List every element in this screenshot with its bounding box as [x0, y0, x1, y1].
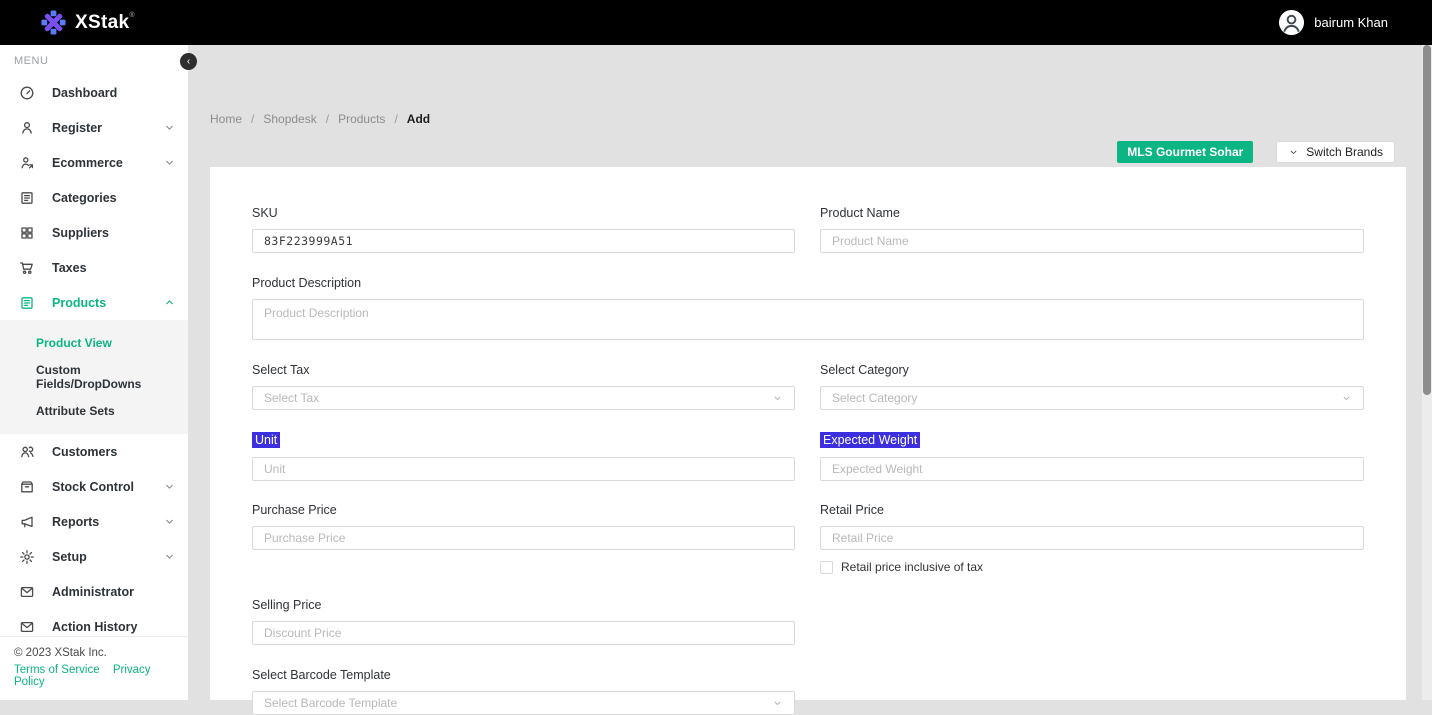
chevron-down-icon [163, 156, 176, 169]
brand-name: XStak [75, 12, 129, 33]
grid-icon [19, 225, 35, 241]
sidebar-item-setup[interactable]: Setup [0, 539, 188, 574]
select-tax-dropdown[interactable]: Select Tax [252, 386, 795, 410]
submenu-item-attribute-sets[interactable]: Attribute Sets [0, 394, 188, 428]
chevron-down-icon [163, 515, 176, 528]
submenu-item-custom-fields[interactable]: Custom Fields/DropDowns [0, 360, 188, 394]
retail-price-label: Retail Price [820, 503, 884, 517]
chevron-down-icon [163, 480, 176, 493]
select-category-label: Select Category [820, 363, 909, 377]
user-menu[interactable]: bairum Khan [1278, 9, 1408, 36]
chevron-down-icon [772, 698, 783, 709]
select-tax-label: Select Tax [252, 363, 309, 377]
sidebar-item-products[interactable]: Products [0, 285, 188, 320]
sidebar-item-suppliers[interactable]: Suppliers [0, 215, 188, 250]
customers-icon [19, 444, 35, 460]
dashboard-icon [19, 85, 35, 101]
products-submenu: Product View Custom Fields/DropDowns Att… [0, 320, 188, 434]
sidebar-footer: © 2023 XStak Inc. Terms of Service Priva… [0, 636, 188, 700]
scrollbar-thumb[interactable] [1423, 45, 1431, 395]
sidebar-item-ecommerce[interactable]: Ecommerce [0, 145, 188, 180]
sidebar-collapse-button[interactable]: ‹ [180, 53, 197, 70]
unit-input[interactable] [252, 457, 795, 481]
selling-price-label: Selling Price [252, 598, 321, 612]
sidebar-item-reports[interactable]: Reports [0, 504, 188, 539]
retail-tax-checkbox[interactable] [820, 561, 833, 574]
switch-brands-button[interactable]: Switch Brands [1276, 141, 1395, 163]
brand-logo: XStak® [40, 9, 134, 36]
product-name-label: Product Name [820, 206, 900, 220]
chevron-up-icon [163, 296, 176, 309]
breadcrumb-home[interactable]: Home [210, 112, 242, 126]
sidebar-item-taxes[interactable]: Taxes [0, 250, 188, 285]
sidebar-item-administrator[interactable]: Administrator [0, 574, 188, 609]
box-icon [19, 479, 35, 495]
chevron-down-icon [1397, 17, 1408, 28]
menu-label: MENU [0, 45, 188, 67]
submenu-item-product-view[interactable]: Product View [0, 326, 188, 360]
breadcrumb-shopdesk[interactable]: Shopdesk [263, 112, 316, 126]
breadcrumb: Home/ Shopdesk/ Products/ Add [210, 112, 430, 126]
xstak-logo-icon [40, 9, 67, 36]
retail-tax-checkbox-row[interactable]: Retail price inclusive of tax [820, 560, 983, 574]
chevron-down-icon [772, 393, 783, 404]
products-icon [19, 295, 35, 311]
product-name-input[interactable] [820, 229, 1364, 253]
user-name: bairum Khan [1314, 15, 1388, 30]
breadcrumb-products[interactable]: Products [338, 112, 385, 126]
envelope-icon [19, 619, 35, 635]
envelope-icon [19, 584, 35, 600]
select-category-dropdown[interactable]: Select Category [820, 386, 1364, 410]
topbar: XStak® bairum Khan [0, 0, 1432, 45]
cart-icon [19, 260, 35, 276]
sidebar-item-categories[interactable]: Categories [0, 180, 188, 215]
person-icon [19, 120, 35, 136]
main-content: ‹ Home/ Shopdesk/ Products/ Add MLS Gour… [188, 45, 1422, 700]
retail-price-input[interactable] [820, 526, 1364, 550]
sidebar-nav: Dashboard Register Ecommerce Categories … [0, 75, 188, 644]
page-scrollbar[interactable] [1422, 45, 1432, 700]
expected-weight-label: Expected Weight [820, 432, 920, 448]
chevron-down-icon [1288, 147, 1299, 158]
ecommerce-icon [19, 155, 35, 171]
expected-weight-input[interactable] [820, 457, 1364, 481]
chevron-down-icon [1341, 393, 1352, 404]
sku-label: SKU [252, 206, 278, 220]
breadcrumb-add: Add [407, 112, 430, 126]
product-description-input[interactable] [252, 299, 1364, 340]
sidebar: MENU Dashboard Register Ecommerce Catego… [0, 45, 188, 700]
sidebar-item-register[interactable]: Register [0, 110, 188, 145]
barcode-template-dropdown[interactable]: Select Barcode Template [252, 691, 795, 715]
sidebar-item-customers[interactable]: Customers [0, 434, 188, 469]
retail-tax-checkbox-label: Retail price inclusive of tax [841, 560, 983, 574]
terms-of-service-link[interactable]: Terms of Service [14, 664, 100, 676]
sidebar-item-stock-control[interactable]: Stock Control [0, 469, 188, 504]
brand-badge: MLS Gourmet Sohar [1117, 141, 1253, 163]
chevron-down-icon [163, 121, 176, 134]
megaphone-icon [19, 514, 35, 530]
avatar-icon [1278, 9, 1305, 36]
purchase-price-input[interactable] [252, 526, 795, 550]
categories-icon [19, 190, 35, 206]
purchase-price-label: Purchase Price [252, 503, 337, 517]
product-description-label: Product Description [252, 276, 361, 290]
gear-icon [19, 549, 35, 565]
chevron-down-icon [163, 550, 176, 563]
sidebar-item-dashboard[interactable]: Dashboard [0, 75, 188, 110]
registered-mark: ® [129, 12, 134, 19]
barcode-template-label: Select Barcode Template [252, 668, 391, 682]
selling-price-input[interactable] [252, 621, 795, 645]
copyright: © 2023 XStak Inc. [14, 647, 188, 659]
unit-label: Unit [252, 432, 280, 448]
add-product-card: SKU Product Name Product Description Sel… [210, 167, 1406, 700]
sku-input[interactable] [252, 229, 795, 253]
